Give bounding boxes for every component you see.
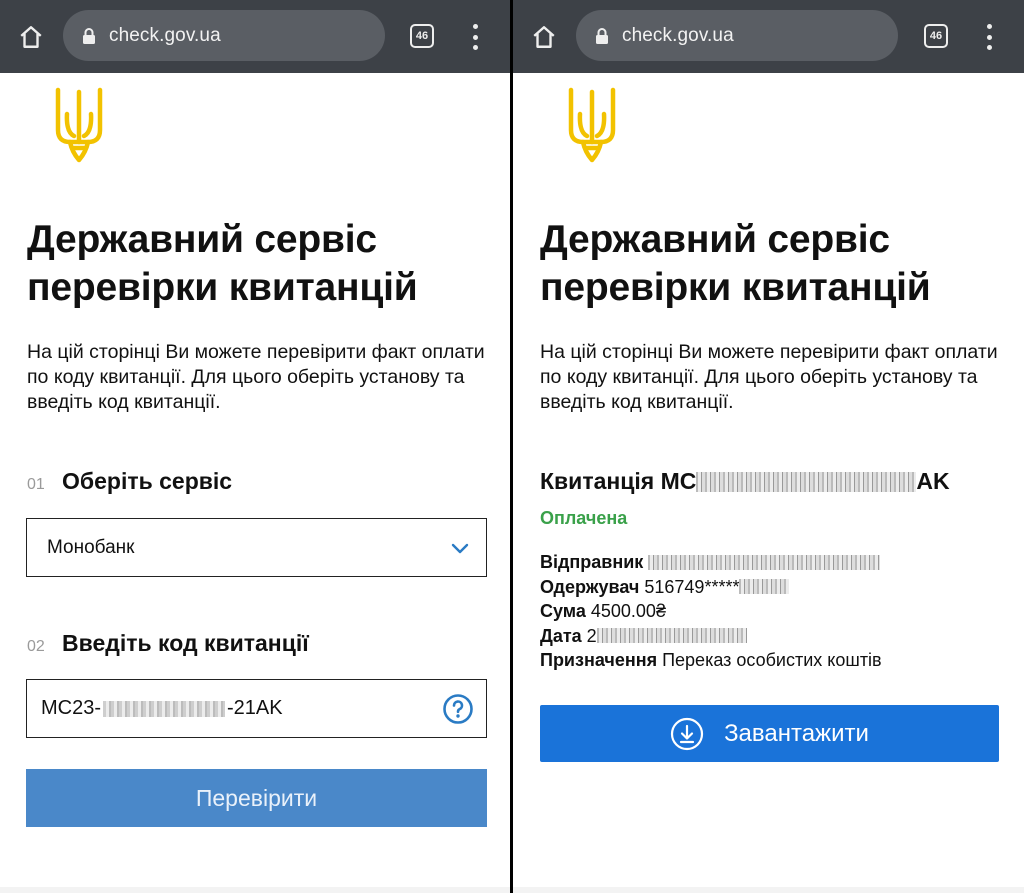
step-label: Введіть код квитанції [62,630,309,656]
trident-logo-icon [55,87,103,163]
browser-menu-button[interactable] [982,24,996,50]
browser-menu-button[interactable] [468,24,482,50]
lock-icon [82,27,96,45]
tab-switcher-button[interactable]: 46 [924,24,948,48]
receipt-details: Відправник Одержувач 516749***** Сума 45… [540,550,882,673]
service-select-value: Монобанк [47,536,135,558]
trident-logo-icon [568,87,616,163]
detail-date: Дата 2 [540,624,882,649]
help-icon[interactable] [442,693,474,725]
service-select[interactable]: Монобанк [26,518,487,577]
address-bar[interactable]: check.gov.ua [576,10,898,61]
redacted-recipient [739,579,790,595]
screen-left: check.gov.ua 46 Державний сервіс перевір… [0,0,510,893]
download-label: Завантажити [724,719,869,747]
redacted-date [596,628,747,644]
home-icon [533,26,555,48]
step-label: Оберіть сервіс [62,468,233,494]
step-number: 01 [27,476,45,493]
download-button[interactable]: Завантажити [540,705,999,762]
detail-value: 4500.00₴ [590,601,666,621]
check-button[interactable]: Перевірити [26,769,487,827]
home-button[interactable] [14,22,48,52]
browser-toolbar: check.gov.ua 46 [0,0,510,73]
step-enter-code: 02 Введіть код квитанції [27,630,309,657]
detail-recipient: Одержувач 516749***** [540,575,882,600]
detail-label: Сума [540,601,586,621]
tab-switcher-button[interactable]: 46 [410,24,434,48]
screen-right: check.gov.ua 46 Державний сервіс перевір… [513,0,1024,893]
url-text: check.gov.ua [622,24,734,46]
detail-value: 516749***** [644,576,740,597]
detail-label: Дата [540,625,582,646]
browser-toolbar: check.gov.ua 46 [513,0,1024,73]
home-icon [20,26,42,48]
redacted-code [103,700,226,717]
detail-value: Переказ особистих коштів [662,650,882,670]
page-description: На цій сторінці Ви можете перевірити фак… [540,341,998,413]
page-title: Державний сервіс перевірки квитанцій [27,218,418,309]
detail-amount: Сума 4500.00₴ [540,599,882,624]
receipt-title-suffix: AK [916,468,950,494]
code-prefix: MC23- [41,697,102,719]
detail-value: 2 [586,625,597,646]
detail-sender: Відправник [540,550,882,575]
code-suffix: -21AK [227,697,283,719]
lock-icon [595,27,609,45]
detail-label: Відправник [540,552,644,572]
nav-bar-strip [513,887,1024,893]
url-text: check.gov.ua [109,24,221,46]
receipt-code-value: MC23- -21AK [41,697,283,720]
receipt-title: Квитанція MC AK [540,468,950,495]
redacted-sender [648,554,881,570]
receipt-title-prefix: Квитанція MC [540,468,697,494]
nav-bar-strip [0,887,510,893]
home-button[interactable] [527,22,561,52]
redacted-receipt-code [696,471,917,492]
detail-purpose: Призначення Переказ особистих коштів [540,648,882,673]
address-bar[interactable]: check.gov.ua [63,10,385,61]
chevron-down-icon [451,543,469,553]
receipt-code-input[interactable]: MC23- -21AK [26,679,487,738]
detail-label: Одержувач [540,576,640,597]
step-number: 02 [27,638,45,655]
step-select-service: 01 Оберіть сервіс [27,468,232,495]
download-icon [670,717,704,750]
page-description: На цій сторінці Ви можете перевірити фак… [27,341,485,413]
detail-label: Призначення [540,650,658,670]
page-title: Державний сервіс перевірки квитанцій [540,218,931,309]
status-badge: Оплачена [540,508,628,528]
